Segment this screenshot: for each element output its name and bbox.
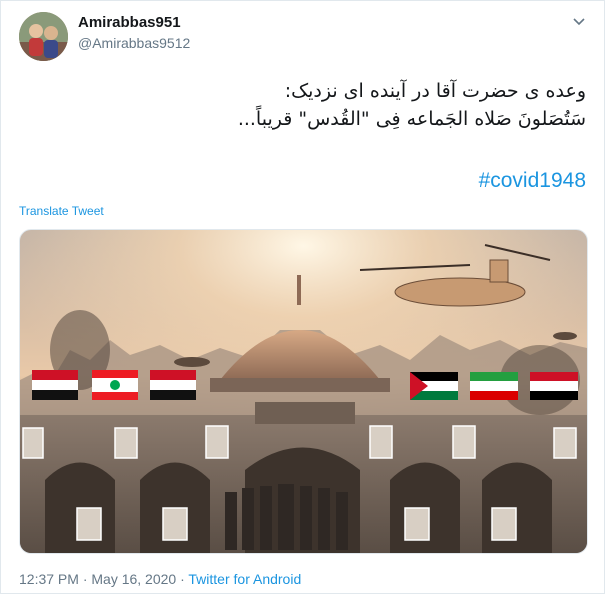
hashtag-link[interactable]: #covid1948 [479, 169, 586, 193]
translate-tweet-link[interactable]: Translate Tweet [19, 204, 104, 218]
user-handle[interactable]: @Amirabbas9512 [78, 35, 190, 51]
tweet-text: وعده ی حضرت آقا در آینده ای نزدیک: سَتُص… [26, 77, 586, 133]
avatar[interactable] [19, 12, 68, 61]
display-name[interactable]: Amirabbas951 [78, 14, 181, 31]
tweet-card: Amirabbas951 @Amirabbas9512 وعده ی حضرت … [0, 0, 605, 594]
tweet-text-line: سَتُصَلونَ صَلاه الجَماعه فِی "القُدس" ق… [237, 108, 586, 130]
tweet-timestamp[interactable]: 12:37 PM · May 16, 2020 [19, 571, 176, 587]
meta-separator: · [176, 571, 189, 587]
media-illustration [20, 230, 587, 553]
avatar-photo [19, 12, 68, 61]
tweet-source-link[interactable]: Twitter for Android [188, 571, 301, 587]
tweet-meta: 12:37 PM · May 16, 2020 · Twitter for An… [19, 571, 301, 587]
chevron-down-icon[interactable] [570, 13, 588, 31]
tweet-text-line: وعده ی حضرت آقا در آینده ای نزدیک: [284, 80, 586, 102]
tweet-media-image[interactable] [19, 229, 588, 554]
